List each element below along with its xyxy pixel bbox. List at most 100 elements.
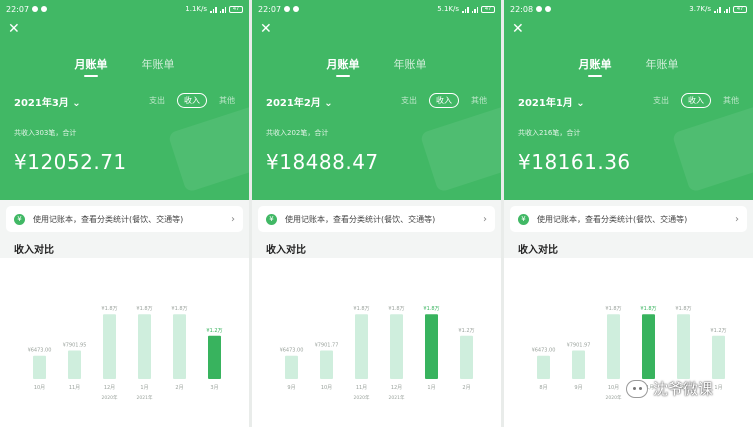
total-amount: ¥18488.47 — [266, 150, 379, 174]
income-summary: 共收入303笔，合计 — [14, 129, 77, 137]
filter-income[interactable]: 收入 — [429, 93, 459, 108]
signal-icon — [210, 6, 217, 13]
network-speed: 1.1K/s — [185, 5, 207, 13]
month-selector[interactable]: 2021年2月 ⌄ — [266, 94, 333, 109]
month-label: 2021年2月 — [266, 98, 321, 109]
filter-other[interactable]: 其他 — [219, 95, 235, 106]
bar-value-label: ¥7901.97 — [567, 343, 591, 349]
x-tick-label: 1月 — [140, 385, 148, 391]
tab-yearly-bill[interactable]: 年账单 — [394, 56, 427, 72]
chart-bar — [138, 314, 151, 379]
chart-bar — [208, 335, 221, 379]
chart-bar — [355, 314, 368, 379]
banner-text: 使用记账本，查看分类统计(餐饮、交通等) — [33, 214, 184, 224]
month-selector[interactable]: 2021年1月 ⌄ — [518, 94, 585, 109]
bar-value-label: ¥1.2万 — [458, 328, 474, 334]
x-tick-label: 3月 — [210, 385, 218, 391]
x-tick-label: 11月 — [356, 385, 367, 391]
screen-january: 22:08 3.7K/s 47 ✕ 月账单 年账单 2021年1月 ⌄ 支出 收入… — [504, 0, 753, 427]
chart-bar — [572, 350, 585, 379]
type-filter: 支出 收入 其他 — [401, 93, 487, 108]
filter-income[interactable]: 收入 — [177, 93, 207, 108]
ledger-banner[interactable]: ¥ 使用记账本，查看分类统计(餐饮、交通等) › — [258, 206, 495, 232]
tab-monthly-bill[interactable]: 月账单 — [579, 56, 612, 77]
ledger-icon: ¥ — [518, 213, 529, 225]
status-bar: 22:07 1.1K/s 47 — [6, 3, 243, 15]
income-summary: 共收入202笔，合计 — [266, 129, 329, 137]
bar-value-label: ¥1.8万 — [353, 306, 369, 312]
bar-value-label: ¥1.2万 — [206, 328, 222, 334]
filter-expense[interactable]: 支出 — [401, 95, 417, 106]
close-icon[interactable]: ✕ — [8, 22, 20, 36]
chart-bar — [173, 314, 186, 379]
chart-bar — [320, 350, 333, 379]
tab-yearly-bill[interactable]: 年账单 — [142, 56, 175, 72]
summary-header: 22:07 1.1K/s 47 ✕ 月账单 年账单 2021年3月 ⌄ 支出 收入… — [0, 0, 249, 200]
filter-other[interactable]: 其他 — [723, 95, 739, 106]
status-time: 22:07 — [258, 4, 282, 14]
notification-icon — [293, 6, 300, 12]
x-tick-label: 10月 — [34, 385, 45, 391]
tab-monthly-bill[interactable]: 月账单 — [327, 56, 360, 77]
bar-value-label: ¥1.8万 — [605, 306, 621, 312]
x-tick-label: 12月 — [391, 385, 402, 391]
x-tick-label: 12月 — [104, 385, 115, 391]
filter-other[interactable]: 其他 — [471, 95, 487, 106]
bill-tabs: 月账单 年账单 — [504, 56, 753, 77]
bar-value-label: ¥1.8万 — [388, 306, 404, 312]
income-chart: ¥6473.00 8月 ¥7901.97 9月 ¥1.8万 10月 ¥1.8万 11月 ¥1.8… — [504, 258, 753, 427]
ledger-icon: ¥ — [14, 213, 25, 225]
income-chart: ¥6473.00 10月 ¥7901.95 11月 ¥1.8万 12月 ¥1.8万 1月 ¥1.… — [0, 258, 249, 427]
tab-monthly-bill[interactable]: 月账单 — [75, 56, 108, 77]
bar-value-label: ¥1.8万 — [101, 306, 117, 312]
year-label: 2020年 — [354, 394, 370, 401]
ledger-icon: ¥ — [266, 213, 277, 225]
bar-value-label: ¥1.8万 — [423, 306, 439, 312]
close-icon[interactable]: ✕ — [260, 22, 272, 36]
filter-expense[interactable]: 支出 — [653, 95, 669, 106]
chart-bar — [425, 314, 438, 379]
chevron-down-icon: ⌄ — [324, 98, 333, 109]
status-time: 22:07 — [6, 4, 30, 14]
wechat-icon — [626, 379, 648, 398]
status-time: 22:08 — [510, 4, 534, 14]
x-tick-label: 10月 — [608, 385, 619, 391]
ledger-banner[interactable]: ¥ 使用记账本，查看分类统计(餐饮、交通等) › — [6, 206, 243, 232]
chart-title: 收入对比 — [266, 245, 306, 256]
chart-bar — [460, 335, 473, 379]
notification-icon — [545, 6, 552, 12]
signal-icon — [723, 6, 730, 13]
filter-expense[interactable]: 支出 — [149, 95, 165, 106]
network-speed: 3.7K/s — [689, 5, 711, 13]
bar-value-label: ¥6473.00 — [28, 348, 52, 354]
tab-yearly-bill[interactable]: 年账单 — [646, 56, 679, 72]
chevron-right-icon: › — [231, 213, 235, 225]
x-tick-label: 1月 — [427, 385, 435, 391]
signal-icon — [462, 6, 469, 13]
income-summary: 共收入216笔，合计 — [518, 129, 581, 137]
filter-income[interactable]: 收入 — [681, 93, 711, 108]
decorative-card — [671, 105, 753, 193]
x-tick-label: 2月 — [175, 385, 183, 391]
month-label: 2021年1月 — [518, 98, 573, 109]
status-bar: 22:07 5.1K/s 47 — [258, 3, 495, 15]
total-amount: ¥12052.71 — [14, 150, 127, 174]
status-bar: 22:08 3.7K/s 47 — [510, 3, 747, 15]
close-icon[interactable]: ✕ — [512, 22, 524, 36]
summary-header: 22:07 5.1K/s 47 ✕ 月账单 年账单 2021年2月 ⌄ 支出 收入… — [252, 0, 501, 200]
chart-bar — [537, 355, 550, 379]
bar-value-label: ¥6473.00 — [532, 348, 556, 354]
signal-icon — [714, 6, 721, 13]
month-selector[interactable]: 2021年3月 ⌄ — [14, 94, 81, 109]
signal-icon — [471, 6, 478, 13]
bar-value-label: ¥1.8万 — [675, 306, 691, 312]
income-chart: ¥6473.00 9月 ¥7901.77 10月 ¥1.8万 11月 ¥1.8万 12月 ¥1.… — [252, 258, 501, 427]
ledger-banner[interactable]: ¥ 使用记账本，查看分类统计(餐饮、交通等) › — [510, 206, 747, 232]
x-tick-label: 1月 — [714, 385, 722, 391]
banner-text: 使用记账本，查看分类统计(餐饮、交通等) — [537, 214, 688, 224]
year-label: 2021年 — [137, 394, 153, 401]
month-label: 2021年3月 — [14, 98, 69, 109]
chart-bar — [68, 350, 81, 379]
signal-icon — [219, 6, 226, 13]
chart-bar — [712, 335, 725, 379]
